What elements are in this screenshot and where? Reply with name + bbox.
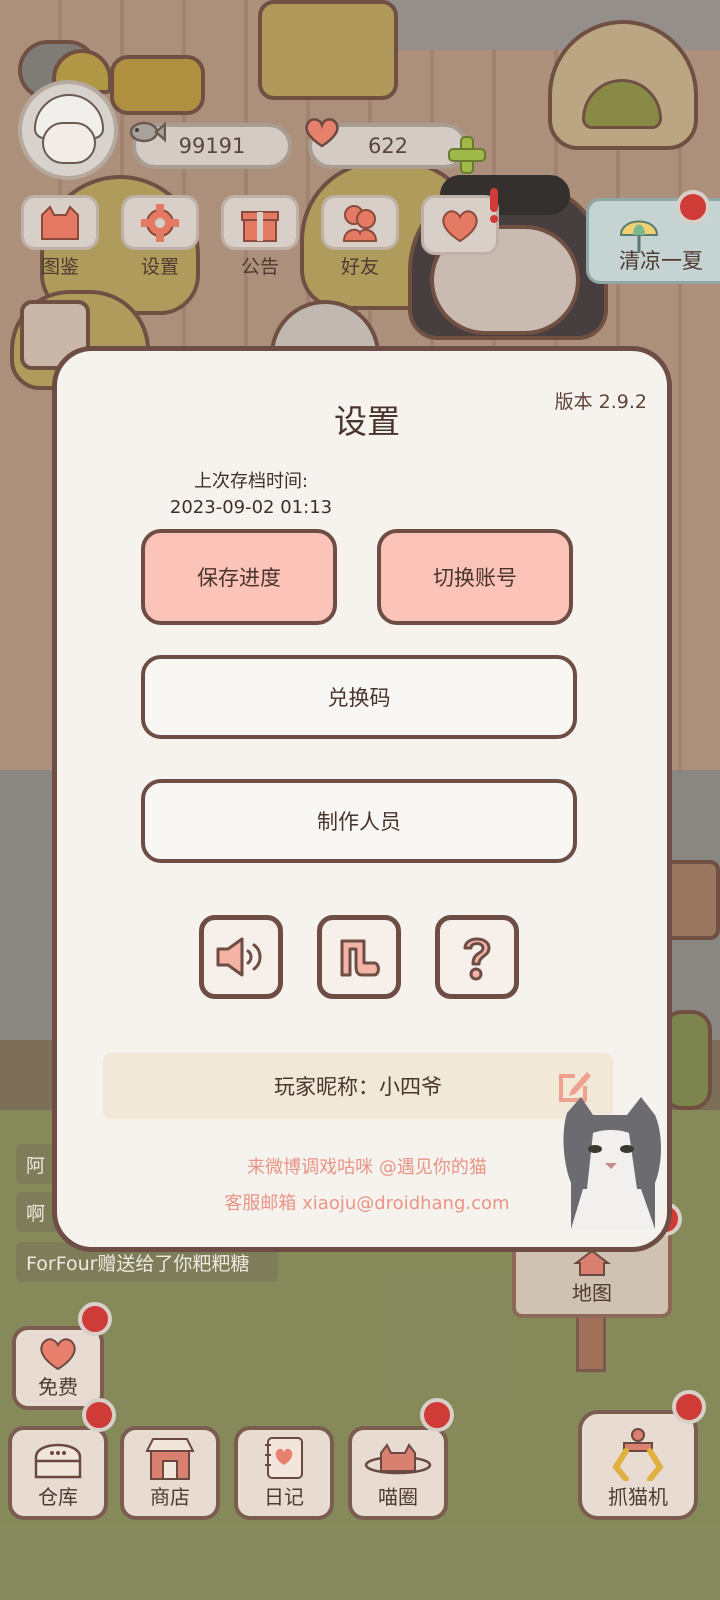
mail-tile <box>421 195 499 255</box>
heart-currency: 622 <box>305 118 468 169</box>
cat-circle-label: 喵圈 <box>378 1485 418 1509</box>
menu-settings[interactable]: 设置 <box>118 195 202 279</box>
free-label: 免费 <box>38 1375 78 1399</box>
settings-tile <box>121 195 199 250</box>
music-toggle-button[interactable] <box>317 915 401 999</box>
menu-label: 好友 <box>340 256 379 278</box>
help-button[interactable] <box>435 915 519 999</box>
menu-announcement[interactable]: 公告 <box>218 195 302 279</box>
claw-label: 抓猫机 <box>608 1485 668 1509</box>
shop-button[interactable]: 商店 <box>120 1426 220 1520</box>
diary-label: 日记 <box>264 1485 304 1509</box>
event-notification-dot <box>676 190 710 224</box>
save-progress-label: 保存进度 <box>197 566 281 590</box>
claw-icon <box>612 1428 664 1481</box>
menu-label: 公告 <box>240 256 279 278</box>
speaker-icon <box>216 937 262 977</box>
shop-label: 商店 <box>150 1485 190 1509</box>
last-save-value: 2023-09-02 01:13 <box>169 497 333 518</box>
fish-currency: 99191 <box>129 121 292 169</box>
sound-toggle-button[interactable] <box>199 915 283 999</box>
house-icon <box>573 1249 611 1276</box>
music-note-icon <box>340 939 380 977</box>
warehouse-icon <box>34 1443 82 1479</box>
free-notification-dot <box>78 1302 112 1336</box>
warehouse-button[interactable]: 仓库 <box>8 1426 108 1520</box>
map-post <box>576 1312 606 1372</box>
settings-dialog: 设置 版本 2.9.2 上次存档时间: 2023-09-02 01:13 保存进… <box>52 346 672 1252</box>
diary-icon <box>265 1437 303 1479</box>
friends-icon <box>342 204 378 242</box>
version-label: 版本 2.9.2 <box>554 391 647 413</box>
gift-icon <box>241 210 279 242</box>
fish-count: 99191 <box>178 134 246 158</box>
cat-book-icon <box>41 204 79 240</box>
heart-cat-icon <box>40 1338 76 1371</box>
alert-mark-icon <box>490 188 500 224</box>
last-save-label: 上次存档时间: <box>193 471 309 492</box>
cat-circle-button[interactable]: 喵圈 <box>348 1426 448 1520</box>
map-label: 地图 <box>572 1281 612 1305</box>
fish-icon <box>129 121 166 143</box>
credits-label: 制作人员 <box>317 810 401 834</box>
menu-friends[interactable]: 好友 <box>318 195 402 279</box>
announcement-tile <box>221 195 299 250</box>
add-hearts-icon[interactable] <box>446 134 488 176</box>
circle-notification-dot <box>420 1398 454 1432</box>
menu-label: 设置 <box>140 256 179 278</box>
heart-count: 622 <box>367 134 409 158</box>
question-mark-icon <box>463 937 491 981</box>
nickname-bar[interactable]: 玩家昵称：小四爷 <box>103 1053 613 1119</box>
avatar-face <box>42 122 96 164</box>
warehouse-label: 仓库 <box>38 1485 78 1509</box>
gear-icon <box>141 203 179 242</box>
redeem-code-button[interactable]: 兑换码 <box>141 655 577 739</box>
diary-button[interactable]: 日记 <box>234 1426 334 1520</box>
heart-icon <box>305 118 339 148</box>
heart-letter-icon <box>442 210 478 243</box>
shop-icon <box>145 1438 195 1480</box>
warehouse-notification-dot <box>82 1398 116 1432</box>
claw-notification-dot <box>672 1390 706 1424</box>
save-progress-button[interactable]: 保存进度 <box>141 529 337 625</box>
menu-collection[interactable]: 图鉴 <box>18 195 102 279</box>
free-button[interactable]: 免费 <box>12 1326 104 1410</box>
last-save-time: 上次存档时间: 2023-09-02 01:13 <box>161 469 341 521</box>
cat-photo <box>563 1097 661 1229</box>
top-menu: 图鉴 设置 公告 好友 <box>18 195 538 285</box>
menu-label: 图鉴 <box>40 256 79 278</box>
player-avatar[interactable] <box>18 80 118 180</box>
friends-tile <box>321 195 399 250</box>
umbrella-icon <box>619 220 659 253</box>
nickname-text: 玩家昵称：小四爷 <box>274 1075 442 1099</box>
cat-planet-icon <box>364 1443 432 1475</box>
credits-button[interactable]: 制作人员 <box>141 779 577 863</box>
switch-account-label: 切换账号 <box>433 566 517 590</box>
claw-machine-button[interactable]: 抓猫机 <box>578 1410 698 1520</box>
collection-tile <box>21 195 99 250</box>
switch-account-button[interactable]: 切换账号 <box>377 529 573 625</box>
redeem-code-label: 兑换码 <box>327 686 391 710</box>
